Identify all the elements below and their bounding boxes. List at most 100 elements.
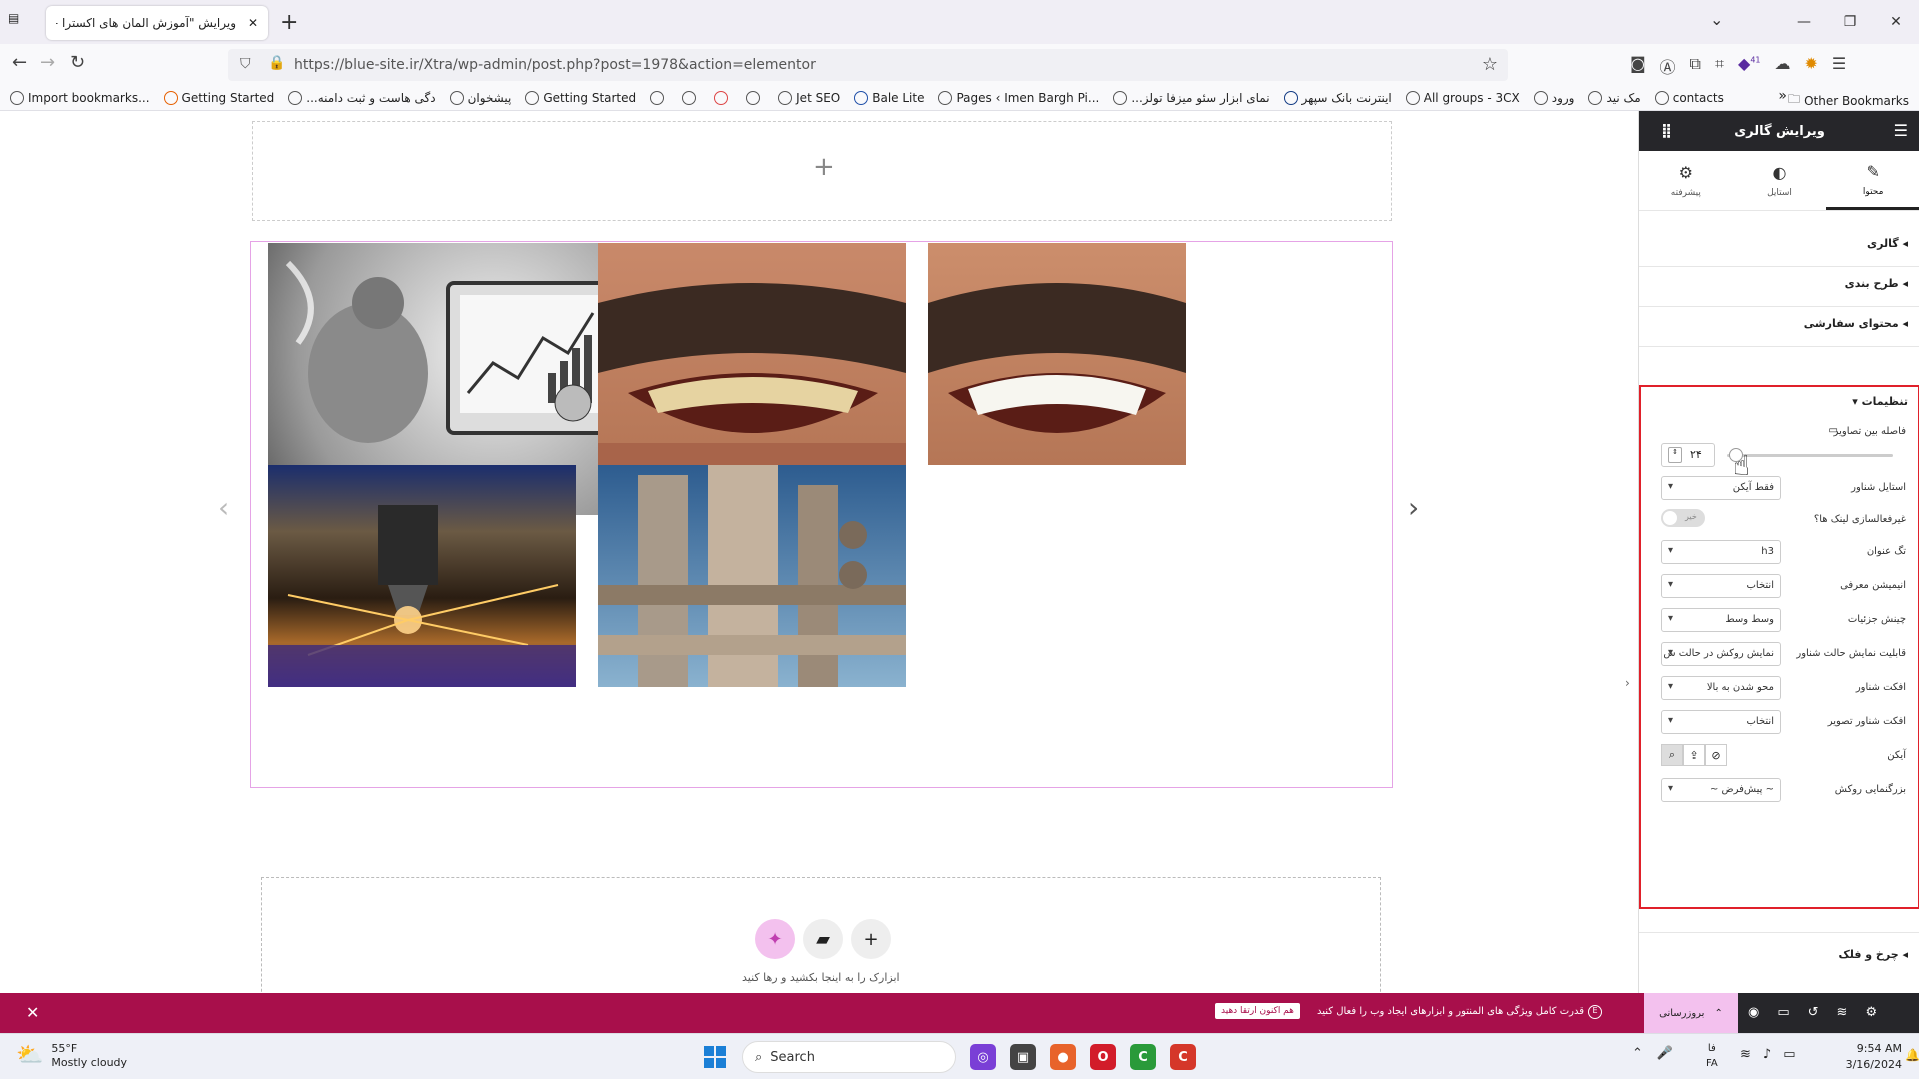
add-widget-button[interactable]: +: [851, 919, 891, 959]
bookmark-item[interactable]: Pages ‹ Imen Bargh Pi...: [938, 90, 1099, 105]
new-tab-button[interactable]: +: [280, 10, 298, 35]
hamburger-icon[interactable]: ☰: [1894, 121, 1908, 140]
crop-icon[interactable]: ⌗: [1715, 54, 1724, 78]
spinner-icon[interactable]: ⇕: [1668, 447, 1682, 463]
section-carousel[interactable]: چرخ و فلک ◂: [1639, 932, 1919, 976]
title-tag-select[interactable]: h3: [1661, 540, 1781, 564]
gallery-image[interactable]: [268, 465, 576, 687]
lightbox-select[interactable]: ~ پیش‌فرض ~: [1661, 778, 1781, 802]
eye-icon[interactable]: ◉: [1748, 1005, 1759, 1020]
chevron-up-icon[interactable]: ⌃: [1632, 1046, 1643, 1061]
section-custom-content[interactable]: محتوای سفارشی ◂: [1639, 301, 1919, 347]
tab-content[interactable]: ✎ محتوا: [1826, 151, 1919, 210]
bookmark-item[interactable]: contacts: [1654, 90, 1724, 105]
wifi-icon[interactable]: ≋: [1740, 1047, 1751, 1062]
bookmarks-overflow-icon[interactable]: »: [1778, 88, 1787, 104]
link-toggle[interactable]: خیر: [1661, 509, 1705, 527]
image-effect-select[interactable]: انتخاب: [1661, 710, 1781, 734]
cloud-icon[interactable]: ☁: [1775, 54, 1791, 78]
battery-icon[interactable]: ▭: [1783, 1047, 1795, 1062]
upgrade-button[interactable]: هم اکنون ارتقا دهید: [1215, 1003, 1300, 1019]
browser-tab[interactable]: ویرایش "آموزش المان های اکسترا – ها ✕: [46, 6, 268, 40]
bookmark-item[interactable]: Import bookmarks...: [10, 90, 150, 105]
history-icon[interactable]: ↺: [1808, 1005, 1819, 1020]
opera-icon[interactable]: O: [1090, 1044, 1116, 1070]
entrance-select[interactable]: انتخاب: [1661, 574, 1781, 598]
bookmark-item[interactable]: ...دگی هاست و ثبت دامنه: [288, 90, 436, 105]
restore-button[interactable]: ❐: [1827, 0, 1873, 44]
bookmark-item[interactable]: ...نمای ابزار سئو میزفا تولز: [1113, 90, 1270, 105]
next-arrow-icon[interactable]: ›: [1408, 491, 1419, 524]
settings-icon[interactable]: ⚙: [1865, 1005, 1877, 1020]
search-icon[interactable]: ⌕: [1661, 744, 1683, 766]
clock[interactable]: 9:54 AM 3/16/2024: [1836, 1041, 1902, 1073]
add-section-icon[interactable]: +: [813, 152, 835, 182]
notification-bell-icon[interactable]: 🔔: [1905, 1048, 1919, 1062]
file-explorer-icon[interactable]: ▣: [1010, 1044, 1036, 1070]
close-icon[interactable]: ✕: [26, 1003, 39, 1022]
update-button[interactable]: بروزرسانی ⌃: [1644, 993, 1738, 1033]
bookmark-item[interactable]: All groups - 3CX: [1405, 90, 1520, 105]
bookmark-item[interactable]: [650, 90, 668, 105]
firefox-icon[interactable]: ●: [1050, 1044, 1076, 1070]
desktop-icon[interactable]: ▭: [1829, 425, 1838, 436]
responsive-icon[interactable]: ▭: [1777, 1005, 1789, 1020]
bookmark-item[interactable]: Getting Started: [525, 90, 636, 105]
overlay-style-select[interactable]: فقط آیکن: [1661, 476, 1781, 500]
gallery-image[interactable]: [928, 243, 1186, 465]
bookmark-item[interactable]: [682, 90, 700, 105]
addon-icon[interactable]: ✹: [1805, 54, 1818, 78]
taskbar-search[interactable]: ⌕ Search: [742, 1041, 956, 1073]
bookmark-item[interactable]: [746, 90, 764, 105]
bookmark-item[interactable]: مک نید: [1588, 90, 1641, 105]
reload-icon[interactable]: ↻: [70, 52, 85, 73]
other-bookmarks[interactable]: 🗀 Other Bookmarks: [1788, 90, 1909, 111]
windows-start-icon[interactable]: [704, 1046, 726, 1068]
gap-number-input[interactable]: ⇕ ۲۴: [1661, 443, 1715, 467]
language-indicator[interactable]: فا FA: [1706, 1041, 1718, 1071]
upload-icon[interactable]: ⇪: [1683, 744, 1705, 766]
gallery-image[interactable]: [598, 465, 906, 687]
details-select[interactable]: وسط وسط: [1661, 608, 1781, 632]
bookmark-item[interactable]: اینترنت بانک سپهر: [1283, 90, 1392, 105]
account-icon[interactable]: Ⓐ: [1660, 54, 1676, 78]
star-icon[interactable]: ☆: [1482, 54, 1498, 75]
widgets-grid-icon[interactable]: ⣿: [1661, 123, 1672, 139]
camtasia-recorder-icon[interactable]: C: [1170, 1044, 1196, 1070]
chevron-up-icon[interactable]: ⌃: [1714, 1008, 1722, 1019]
settings-title[interactable]: تنظیمات ▾: [1852, 395, 1908, 408]
tab-advanced[interactable]: ⚙ پیشرفته: [1639, 151, 1733, 210]
extension-badge-icon[interactable]: ◆41: [1738, 54, 1761, 78]
bookmark-item[interactable]: [714, 90, 732, 105]
template-folder-button[interactable]: ▰: [803, 919, 843, 959]
minimize-button[interactable]: —: [1781, 0, 1827, 44]
empty-section[interactable]: +: [252, 121, 1392, 221]
forward-icon[interactable]: →: [40, 52, 55, 73]
overlay-display-select[interactable]: نمایش روکش در حالت ش: [1661, 642, 1781, 666]
weather-widget[interactable]: ⛅ 55°F Mostly cloudy: [16, 1042, 127, 1070]
camtasia-icon[interactable]: C: [1130, 1044, 1156, 1070]
bookmark-item[interactable]: Getting Started: [163, 90, 274, 105]
tab-list-icon[interactable]: ▤: [8, 11, 19, 25]
address-bar[interactable]: ⛉ 🔒 https://blue-site.ir/Xtra/wp-admin/p…: [228, 49, 1508, 81]
collapse-panel-icon[interactable]: ›: [1625, 676, 1630, 690]
chevron-down-icon[interactable]: ⌄: [1710, 10, 1723, 29]
bookmark-item[interactable]: پیشخوان: [449, 90, 511, 105]
prev-arrow-icon[interactable]: ‹: [218, 491, 229, 524]
bookmark-item[interactable]: Bale Lite: [854, 90, 924, 105]
back-icon[interactable]: ←: [12, 52, 27, 73]
copilot-icon[interactable]: ◎: [970, 1044, 996, 1070]
pocket-icon[interactable]: ◙: [1630, 54, 1646, 78]
none-icon[interactable]: ⊘: [1705, 744, 1727, 766]
gap-slider[interactable]: [1727, 454, 1893, 457]
overlay-effect-select[interactable]: محو شدن به بالا: [1661, 676, 1781, 700]
bookmark-item[interactable]: Jet SEO: [778, 90, 840, 105]
gallery-image[interactable]: [598, 243, 906, 465]
tab-style[interactable]: ◐ استایل: [1733, 151, 1827, 210]
layers-icon[interactable]: ≋: [1837, 1005, 1848, 1020]
shield-icon[interactable]: ⛉: [240, 56, 251, 72]
close-window-button[interactable]: ✕: [1873, 0, 1919, 44]
microphone-icon[interactable]: 🎤: [1657, 1046, 1673, 1061]
menu-icon[interactable]: ☰: [1832, 54, 1846, 78]
volume-icon[interactable]: ♪: [1763, 1047, 1771, 1062]
